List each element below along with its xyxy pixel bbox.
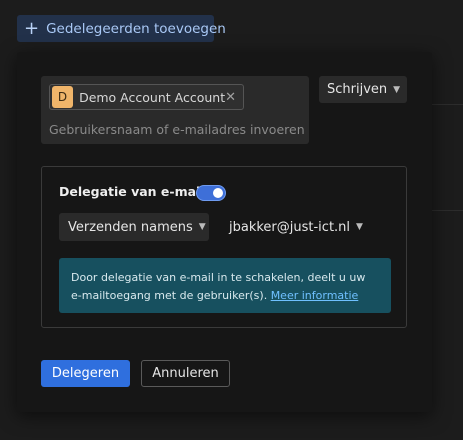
toggle-knob <box>213 188 223 198</box>
recipient-field[interactable]: D Demo Account Account ✕ <box>41 76 309 144</box>
cancel-button[interactable]: Annuleren <box>141 360 230 387</box>
plus-icon: + <box>24 17 40 39</box>
email-delegation-title: Delegatie van e-mail <box>59 184 205 199</box>
background-divider <box>432 210 463 211</box>
add-delegate-button[interactable]: + Gedelegeerden toevoegen <box>17 15 226 42</box>
background-divider <box>432 104 463 105</box>
avatar: D <box>52 86 74 108</box>
account-dropdown[interactable]: jbakker@just-ict.nl ▼ <box>229 213 363 241</box>
permission-dropdown[interactable]: Schrijven ▼ <box>319 76 407 103</box>
info-message: Door delegatie van e-mail in te schakele… <box>59 258 391 313</box>
close-icon[interactable]: ✕ <box>225 90 236 105</box>
email-delegation-section: Delegatie van e-mail Verzenden namens ▼ … <box>41 166 407 328</box>
chevron-down-icon: ▼ <box>198 222 206 232</box>
send-as-selected: Verzenden namens <box>68 219 193 235</box>
recipient-chip-label: Demo Account Account <box>79 89 226 105</box>
send-as-dropdown[interactable]: Verzenden namens ▼ <box>59 213 209 241</box>
add-delegate-label: Gedelegeerden toevoegen <box>46 20 226 37</box>
delegate-button[interactable]: Delegeren <box>41 360 130 387</box>
more-info-link[interactable]: Meer informatie <box>271 289 359 302</box>
add-delegate-panel: D Demo Account Account ✕ Schrijven ▼ Del… <box>17 52 432 412</box>
account-selected: jbakker@just-ict.nl <box>229 219 351 235</box>
email-delegation-toggle[interactable] <box>196 185 226 201</box>
chevron-down-icon: ▼ <box>356 222 363 232</box>
recipient-search-input[interactable] <box>49 118 305 140</box>
chevron-down-icon: ▼ <box>393 84 401 95</box>
recipient-chip: D Demo Account Account ✕ <box>49 84 244 110</box>
permission-selected: Schrijven <box>327 82 388 97</box>
